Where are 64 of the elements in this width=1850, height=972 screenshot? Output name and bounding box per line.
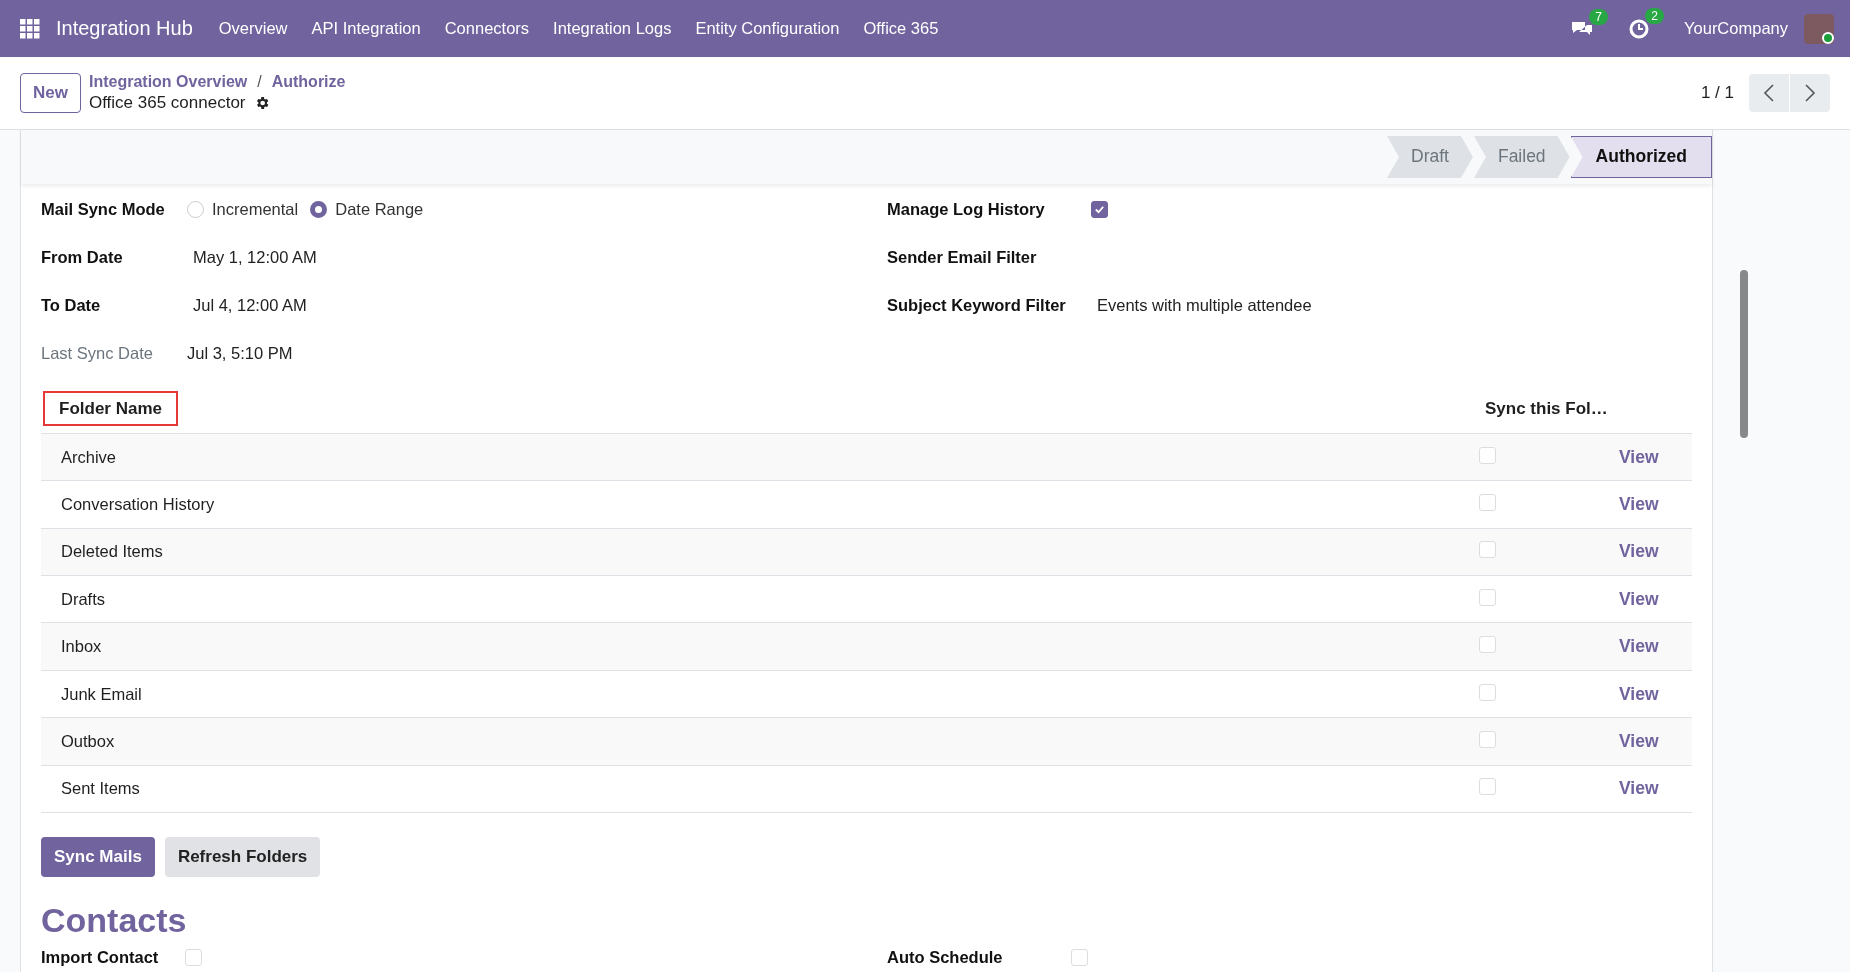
field-label: Sender Email Filter [887,248,1038,268]
field-label: Mail Sync Mode [41,200,166,220]
radio-button[interactable] [310,201,328,219]
column-header[interactable]: Sync this Fol… [1469,391,1624,427]
refresh-button[interactable]: Refresh Folders [164,837,321,877]
field-label: Last Sync Date [41,344,154,364]
field-label: To Date [41,296,102,316]
pager-counter: 1 / 1 [1700,83,1734,103]
menu-item[interactable]: Connectors [444,19,530,38]
breadcrumb-separator: / [257,73,262,91]
field-label: From Date [41,248,124,268]
table-cell-text: Sent Items [60,779,141,799]
breadcrumb-link[interactable]: Authorize [271,73,346,91]
new-button[interactable]: New [20,73,81,113]
view-link[interactable]: View [1619,636,1692,658]
menu-item[interactable]: Office 365 [863,19,939,38]
table-cell-text: Junk Email [60,684,143,704]
checkbox[interactable] [1091,201,1108,219]
activity-count-badge: 2 [1645,7,1665,24]
view-link[interactable]: View [1619,493,1692,515]
field-label: Manage Log History [887,200,1046,220]
menu-item[interactable]: Overview [218,19,288,38]
column-header[interactable]: Folder Name [43,391,178,427]
table-cell-text: Inbox [60,637,103,657]
field-label: Auto Schedule [887,947,1004,967]
table-cell-text: Drafts [60,589,106,609]
view-link[interactable]: View [1619,778,1692,800]
table-cell-text: Archive [60,447,118,467]
field-value: Jul 3, 5:10 PM [187,344,293,364]
view-link[interactable]: View [1619,541,1692,563]
field-label: Subject Keyword Filter [887,296,1067,316]
message-count-badge: 7 [1589,8,1609,25]
checkmark-icon [1094,204,1105,216]
view-link[interactable]: View [1619,730,1692,752]
clock-icon[interactable] [1628,17,1651,40]
view-link[interactable]: View [1619,683,1692,705]
table-cell-text: Outbox [60,731,116,751]
view-link[interactable]: View [1619,588,1692,610]
menu-item[interactable]: API Integration [311,19,421,38]
breadcrumb-link[interactable]: Integration Overview [88,73,248,91]
menu-item[interactable]: Entity Configuration [695,19,840,38]
app-name[interactable]: Integration Hub [56,17,193,40]
status-step[interactable]: Failed [1473,135,1570,178]
field-value: Events with multiple attendee [1097,296,1312,316]
section-title: Contacts [41,901,188,940]
sync-button[interactable]: Sync Mails [41,837,155,877]
apps-grid-icon[interactable] [20,18,40,39]
menu-item[interactable]: Integration Logs [553,19,672,38]
field-value: May 1, 12:00 AM [193,248,317,268]
company-name[interactable]: YourCompany [1684,19,1788,38]
view-link[interactable]: View [1619,446,1692,468]
chevron-right-icon[interactable] [1804,84,1816,102]
radio-label[interactable]: Date Range [335,200,424,220]
status-step[interactable]: Draft [1387,135,1473,178]
status-step[interactable]: Authorized [1570,135,1712,178]
table-cell-text: Deleted Items [60,542,164,562]
user-avatar[interactable] [1804,13,1834,44]
field-value: Jul 4, 12:00 AM [193,296,307,316]
field-label: Import Contact [41,947,160,967]
next-button[interactable] [1790,74,1830,112]
table-cell-text: Conversation History [60,494,216,514]
record-title: Office 365 connector [88,93,246,113]
chevron-left-icon[interactable] [1763,84,1775,102]
radio-label[interactable]: Incremental [212,200,299,220]
